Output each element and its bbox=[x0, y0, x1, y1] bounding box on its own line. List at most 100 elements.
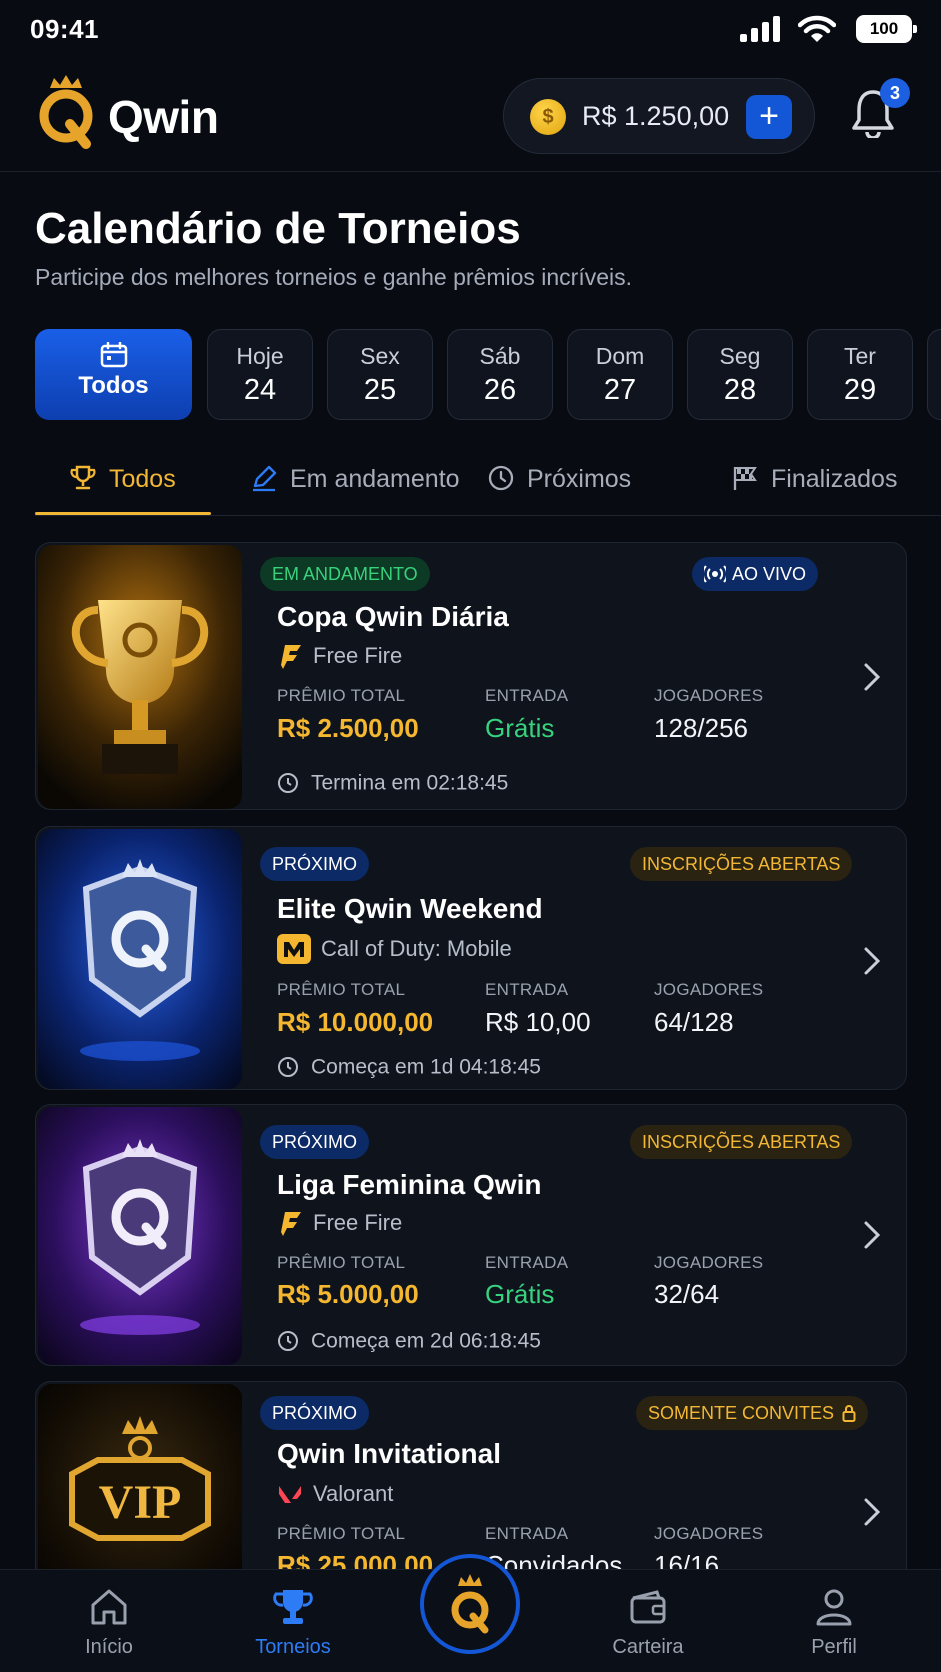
date-chip-all[interactable]: Todos bbox=[35, 329, 192, 420]
prize-label: PRÊMIO TOTAL bbox=[277, 980, 406, 999]
wifi-icon bbox=[798, 15, 836, 42]
wallet-icon bbox=[630, 1590, 666, 1624]
players-value: 64/128 bbox=[654, 1007, 734, 1037]
prize-value: R$ 2.500,00 bbox=[277, 713, 419, 743]
date-chip-25[interactable]: Sex 25 bbox=[327, 329, 433, 420]
game-label: Free Fire bbox=[313, 643, 403, 669]
date-chip-label: Todos bbox=[78, 372, 149, 399]
gold-trophy-image bbox=[38, 545, 242, 809]
balance-amount: R$ 1.250,00 bbox=[582, 101, 730, 131]
status-badge: PRÓXIMO bbox=[260, 1125, 370, 1159]
countdown: Termina em 02:18:45 bbox=[277, 771, 508, 795]
entry-value: Grátis bbox=[485, 1279, 555, 1309]
tournament-title: Liga Feminina Qwin bbox=[277, 1169, 542, 1200]
date-chip-28[interactable]: Seg 28 bbox=[687, 329, 793, 420]
players-label: JOGADORES bbox=[654, 1524, 764, 1543]
game-name: Free Fire bbox=[277, 642, 403, 670]
entry-label: ENTRADA bbox=[485, 686, 569, 705]
tournament-title: Copa Qwin Diária bbox=[277, 601, 509, 632]
nav-home[interactable]: Início bbox=[39, 1570, 179, 1672]
date-chip-day: Hoje bbox=[236, 343, 284, 369]
tab-label: Todos bbox=[109, 465, 176, 493]
prize-value: R$ 5.000,00 bbox=[277, 1279, 419, 1309]
countdown-text: Começa em 2d 06:18:45 bbox=[311, 1329, 541, 1353]
checkered-flag-icon bbox=[733, 467, 757, 490]
prize-label: PRÊMIO TOTAL bbox=[277, 686, 406, 705]
nav-wallet[interactable]: Carteira bbox=[578, 1570, 718, 1672]
app-header: Qwin $ R$ 1.250,00 + 3 bbox=[0, 62, 941, 172]
status-badge: PRÓXIMO bbox=[260, 1396, 370, 1430]
countdown: Começa em 1d 04:18:45 bbox=[277, 1055, 541, 1079]
qwin-logo-icon bbox=[39, 75, 93, 149]
chevron-right-icon[interactable] bbox=[862, 1219, 882, 1251]
live-badge: AO VIVO bbox=[692, 557, 819, 591]
status-bar: 09:41 100 bbox=[0, 0, 941, 60]
nav-label: Carteira bbox=[612, 1636, 684, 1658]
nav-tournaments[interactable]: Torneios bbox=[223, 1570, 363, 1672]
invite-only-label: SOMENTE CONVITES bbox=[648, 1403, 835, 1423]
entry-value: Grátis bbox=[485, 713, 555, 743]
game-label: Free Fire bbox=[313, 1210, 403, 1236]
game-name: Call of Duty: Mobile bbox=[277, 934, 512, 964]
date-chip-number: 24 bbox=[243, 374, 277, 406]
clock-icon bbox=[278, 1331, 298, 1352]
date-chip-day: Sáb bbox=[479, 343, 521, 369]
entry-label: ENTRADA bbox=[485, 1253, 569, 1272]
game-name: Valorant bbox=[277, 1480, 393, 1507]
prize-label: PRÊMIO TOTAL bbox=[277, 1524, 406, 1543]
page-title: Calendário de Torneios bbox=[35, 204, 521, 253]
svg-text:VIP: VIP bbox=[99, 1476, 182, 1529]
battery-level: 100 bbox=[869, 19, 899, 38]
blue-shield-image bbox=[38, 829, 242, 1089]
date-chip-number: 25 bbox=[363, 374, 397, 406]
status-badge: EM ANDAMENTO bbox=[260, 557, 430, 591]
date-chip-next[interactable] bbox=[927, 329, 941, 420]
broadcast-icon bbox=[704, 565, 726, 583]
page-subtitle: Participe dos melhores torneios e ganhe … bbox=[35, 264, 633, 290]
battery-icon: 100 bbox=[856, 15, 917, 43]
entry-label: ENTRADA bbox=[485, 980, 569, 999]
wallet-balance[interactable]: $ R$ 1.250,00 + bbox=[503, 78, 815, 154]
date-chip-number: 26 bbox=[483, 374, 517, 406]
date-chip-day: Dom bbox=[595, 343, 645, 369]
date-chip-29[interactable]: Ter 29 bbox=[807, 329, 913, 420]
vip-badge-image: VIP bbox=[38, 1384, 242, 1600]
date-chip-number: 27 bbox=[603, 374, 637, 406]
chevron-right-icon[interactable] bbox=[862, 945, 882, 977]
chevron-right-icon[interactable] bbox=[862, 661, 882, 693]
app-name: Qwin bbox=[108, 91, 219, 143]
players-value: 32/64 bbox=[654, 1279, 720, 1309]
trophy-icon bbox=[273, 1590, 313, 1624]
notification-badge: 3 bbox=[880, 78, 910, 108]
tab-label: Finalizados bbox=[771, 465, 898, 493]
game-name: Free Fire bbox=[277, 1209, 403, 1237]
trophy-icon bbox=[70, 465, 96, 490]
registration-badge: INSCRIÇÕES ABERTAS bbox=[630, 847, 853, 881]
chevron-right-icon[interactable] bbox=[862, 1496, 882, 1528]
date-chip-day: Seg bbox=[719, 343, 761, 369]
game-label: Valorant bbox=[313, 1481, 394, 1507]
players-label: JOGADORES bbox=[654, 980, 764, 999]
tournament-title: Elite Qwin Weekend bbox=[277, 893, 543, 924]
date-chip-26[interactable]: Sáb 26 bbox=[447, 329, 553, 420]
prize-value: R$ 10.000,00 bbox=[277, 1007, 434, 1037]
countdown: Começa em 2d 06:18:45 bbox=[277, 1329, 541, 1353]
nav-label: Perfil bbox=[811, 1636, 857, 1658]
countdown-text: Começa em 1d 04:18:45 bbox=[311, 1055, 541, 1079]
add-funds-button[interactable]: + bbox=[746, 95, 792, 139]
tournament-card[interactable]: PRÓXIMO INSCRIÇÕES ABERTAS Elite Qwin We… bbox=[35, 826, 907, 1090]
nav-profile[interactable]: Perfil bbox=[764, 1570, 904, 1672]
date-chip-24[interactable]: Hoje 24 bbox=[207, 329, 313, 420]
tournament-card[interactable]: PRÓXIMO INSCRIÇÕES ABERTAS Liga Feminina… bbox=[35, 1104, 907, 1366]
prize-label: PRÊMIO TOTAL bbox=[277, 1253, 406, 1272]
clock-icon bbox=[488, 465, 514, 491]
free-fire-icon bbox=[281, 645, 301, 670]
home-icon bbox=[91, 1589, 127, 1625]
date-chip-27[interactable]: Dom 27 bbox=[567, 329, 673, 420]
entry-label: ENTRADA bbox=[485, 1524, 569, 1543]
qwin-center-button[interactable] bbox=[420, 1554, 520, 1654]
date-chip-number: 28 bbox=[723, 374, 757, 406]
coin-icon: $ bbox=[530, 99, 566, 135]
valorant-icon bbox=[279, 1486, 301, 1504]
tournament-card[interactable]: EM ANDAMENTO AO VIVO Copa Qwin Diária Fr… bbox=[35, 542, 907, 810]
